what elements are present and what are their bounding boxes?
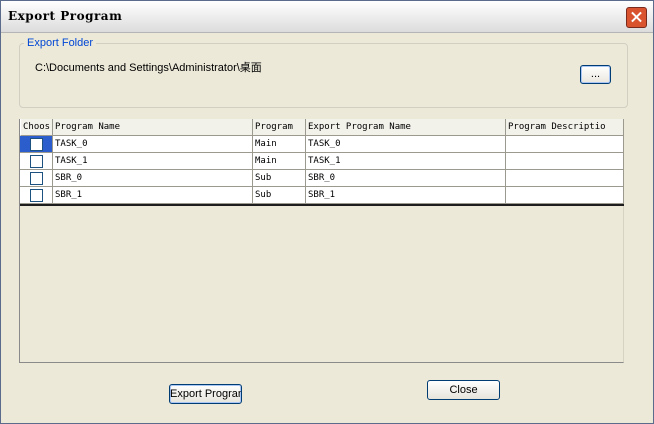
program-name-cell[interactable]: SBR_0 — [53, 170, 253, 187]
export-folder-legend: Export Folder — [24, 37, 97, 49]
column-header-export-name[interactable]: Export Program Name — [306, 119, 506, 136]
title-bar: Export Program — [1, 1, 653, 33]
program-name-cell[interactable]: TASK_1 — [53, 153, 253, 170]
table-row[interactable]: SBR_0 Sub SBR_0 — [20, 170, 624, 187]
row-checkbox[interactable] — [30, 172, 43, 185]
program-grid: Choos Program Name Program Export Progra… — [19, 119, 624, 363]
description-cell[interactable] — [506, 170, 624, 187]
choose-cell[interactable] — [20, 187, 53, 204]
export-folder-group — [19, 43, 628, 108]
export-name-cell[interactable]: TASK_0 — [306, 136, 506, 153]
program-type-cell[interactable]: Sub — [253, 170, 306, 187]
choose-cell[interactable] — [20, 153, 53, 170]
column-header-program-type[interactable]: Program — [253, 119, 306, 136]
table-row[interactable]: TASK_0 Main TASK_0 — [20, 136, 624, 153]
export-name-cell[interactable]: TASK_1 — [306, 153, 506, 170]
program-name-cell[interactable]: SBR_1 — [53, 187, 253, 204]
column-header-description[interactable]: Program Descriptio — [506, 119, 624, 136]
export-program-dialog: Export Program Export Folder C:\Document… — [0, 0, 654, 424]
rows-bottom-divider — [20, 204, 624, 206]
description-cell[interactable] — [506, 136, 624, 153]
table-row[interactable]: TASK_1 Main TASK_1 — [20, 153, 624, 170]
program-name-cell[interactable]: TASK_0 — [53, 136, 253, 153]
close-button[interactable]: Close — [427, 380, 500, 400]
choose-cell[interactable] — [20, 170, 53, 187]
close-window-button[interactable] — [626, 7, 647, 28]
choose-cell[interactable] — [20, 136, 53, 153]
column-header-choose[interactable]: Choos — [20, 119, 53, 136]
row-checkbox[interactable] — [30, 138, 43, 151]
row-checkbox[interactable] — [30, 155, 43, 168]
column-header-program-name[interactable]: Program Name — [53, 119, 253, 136]
program-type-cell[interactable]: Main — [253, 153, 306, 170]
export-name-cell[interactable]: SBR_0 — [306, 170, 506, 187]
description-cell[interactable] — [506, 187, 624, 204]
program-type-cell[interactable]: Main — [253, 136, 306, 153]
row-checkbox[interactable] — [30, 189, 43, 202]
browse-folder-button[interactable]: ... — [580, 65, 611, 84]
description-cell[interactable] — [506, 153, 624, 170]
export-name-cell[interactable]: SBR_1 — [306, 187, 506, 204]
table-row[interactable]: SBR_1 Sub SBR_1 — [20, 187, 624, 204]
window-title: Export Program — [8, 9, 123, 23]
export-folder-path: C:\Documents and Settings\Administrator\… — [35, 62, 262, 74]
program-type-cell[interactable]: Sub — [253, 187, 306, 204]
export-program-button[interactable]: Export Program — [169, 384, 242, 404]
